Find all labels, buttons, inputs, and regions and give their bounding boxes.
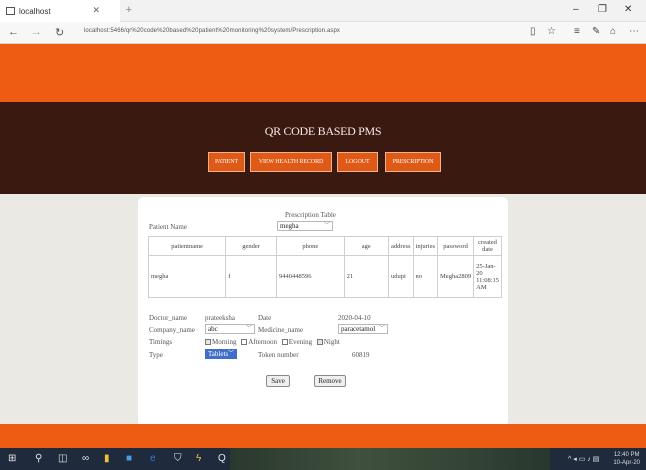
web-note-icon[interactable]: ✎ (592, 26, 600, 37)
chevron-down-icon: ﹀ (245, 326, 252, 332)
cell-created-date: 25-Jan-20 11:08:15 AM (473, 255, 502, 298)
afternoon-checkbox[interactable] (241, 339, 248, 346)
company-name-label: Company_name (149, 326, 195, 334)
doctor-name-value: prateeksha (205, 314, 235, 322)
patient-name-select[interactable]: megha ﹀ (277, 221, 333, 231)
save-button[interactable]: Save (266, 375, 290, 387)
night-checkbox[interactable] (316, 339, 323, 346)
chevron-down-icon: ﹀ (378, 326, 385, 332)
app-icon[interactable]: ∞ (82, 453, 89, 464)
date-value: 2020-04-10 (338, 314, 371, 322)
company-name-select[interactable]: abc ﹀ (205, 324, 255, 334)
patient-name-label: Patient Name (149, 223, 187, 231)
address-field[interactable]: localhost:5466/qr%20code%20based%20patie… (84, 28, 340, 34)
share-icon[interactable]: ⌂ (610, 26, 616, 37)
site-brand: QR CODE BASED PMS (264, 124, 382, 138)
evening-label: Evening (288, 338, 313, 346)
column-header: patientname (147, 236, 227, 256)
tab-title: localhost (19, 6, 51, 16)
medicine-name-select[interactable]: paracetamol ﹀ (338, 324, 388, 334)
evening-checkbox[interactable] (281, 339, 288, 346)
cell-age: 21 (343, 255, 390, 298)
cell-injuries: no (412, 255, 439, 298)
table-row: megha f 9440448596 21 udupi no Megha2809… (147, 255, 502, 298)
type-label: Type (149, 351, 163, 359)
edge-icon[interactable]: e (150, 453, 156, 464)
close-tab-icon[interactable]: ✕ (92, 5, 100, 16)
top-banner (0, 44, 646, 102)
remove-button[interactable]: Remove (314, 375, 346, 387)
browser-tab[interactable]: localhost ✕ + (0, 0, 132, 22)
start-icon[interactable]: ⊞ (8, 453, 16, 464)
search-icon[interactable]: ⚲ (35, 453, 42, 464)
column-header: injuries (412, 236, 439, 256)
medicine-name-label: Medicine_name (258, 326, 304, 334)
refresh-icon[interactable]: ↻ (55, 26, 64, 39)
app-icon[interactable]: ■ (126, 453, 132, 464)
back-icon[interactable]: ← (8, 26, 19, 38)
token-number-label: Token number (258, 351, 299, 359)
column-header: gender (225, 236, 277, 256)
date-label: Date (258, 314, 272, 322)
column-header: phone (275, 236, 345, 256)
forward-icon[interactable]: → (31, 26, 42, 38)
column-header: address (388, 236, 414, 256)
chevron-down-icon: ﹀ (227, 351, 234, 357)
tray-icons[interactable]: ^ ◂ ▭ ♪ ▤ (568, 455, 599, 463)
minimize-icon[interactable]: – (573, 4, 579, 15)
site-header (0, 102, 646, 194)
taskbar-background (230, 448, 550, 470)
new-tab-icon[interactable]: + (126, 4, 132, 16)
token-number-value: 60819 (352, 351, 370, 359)
hub-icon[interactable]: ≡ (574, 26, 580, 37)
morning-label: Morning (212, 338, 237, 346)
favorite-star-icon[interactable]: ☆ (547, 26, 556, 37)
timings-group: Morning Afternoon Evening Night (205, 338, 340, 346)
taskbar-clock[interactable]: 12:40 PM 10-Apr-20 (613, 451, 640, 467)
cell-password: Megha2809 (437, 255, 475, 298)
more-icon[interactable]: ⋯ (629, 26, 639, 37)
cell-phone: 9440448596 (275, 255, 345, 298)
chevron-down-icon: ﹀ (323, 223, 330, 229)
windows-taskbar: ⊞ ⚲ ◫ ∞ ▮ ■ e ⛉ ϟ Q ^ ◂ ▭ ♪ ▤ 12:40 PM 1… (0, 448, 646, 470)
nav-logout[interactable]: LOGOUT (337, 152, 378, 172)
task-view-icon[interactable]: ◫ (58, 453, 67, 464)
patient-table: patientname gender phone age address inj… (147, 236, 502, 298)
reading-view-icon[interactable]: ▯ (530, 26, 536, 37)
type-select[interactable]: Tablets ﹀ (205, 349, 237, 359)
column-header: created date (473, 236, 502, 256)
close-window-icon[interactable]: ✕ (624, 4, 632, 15)
browser-titlebar: localhost ✕ + – ❐ ✕ (0, 0, 646, 22)
page-icon (6, 7, 15, 15)
nav-prescription[interactable]: PRESCRIPTION (385, 152, 441, 172)
table-header-row: patientname gender phone age address inj… (147, 236, 502, 256)
store-icon[interactable]: ⛉ (174, 453, 182, 464)
nav-patient[interactable]: PATIENT (208, 152, 245, 172)
cell-address: udupi (388, 255, 414, 298)
nav-view-health-record[interactable]: VIEW HEALTH RECORD (250, 152, 332, 172)
app-icon[interactable]: ϟ (196, 453, 201, 464)
morning-checkbox[interactable] (205, 339, 211, 346)
night-label: Night (323, 338, 340, 346)
footer-banner (0, 424, 646, 448)
prescription-card (138, 197, 508, 427)
timings-label: Timings (149, 338, 173, 346)
file-explorer-icon[interactable]: ▮ (104, 453, 110, 464)
cell-gender: f (225, 255, 277, 298)
column-header: age (343, 236, 390, 256)
maximize-icon[interactable]: ❐ (598, 4, 607, 15)
afternoon-label: Afternoon (248, 338, 278, 346)
column-header: password (437, 236, 475, 256)
cell-patientname: megha (147, 255, 227, 298)
browser-toolbar: ← → ↻ localhost:5466/qr%20code%20based%2… (0, 22, 646, 44)
table-title: Prescription Table (285, 211, 336, 219)
doctor-name-label: Doctor_name (149, 314, 188, 322)
app-icon[interactable]: Q (218, 453, 226, 464)
